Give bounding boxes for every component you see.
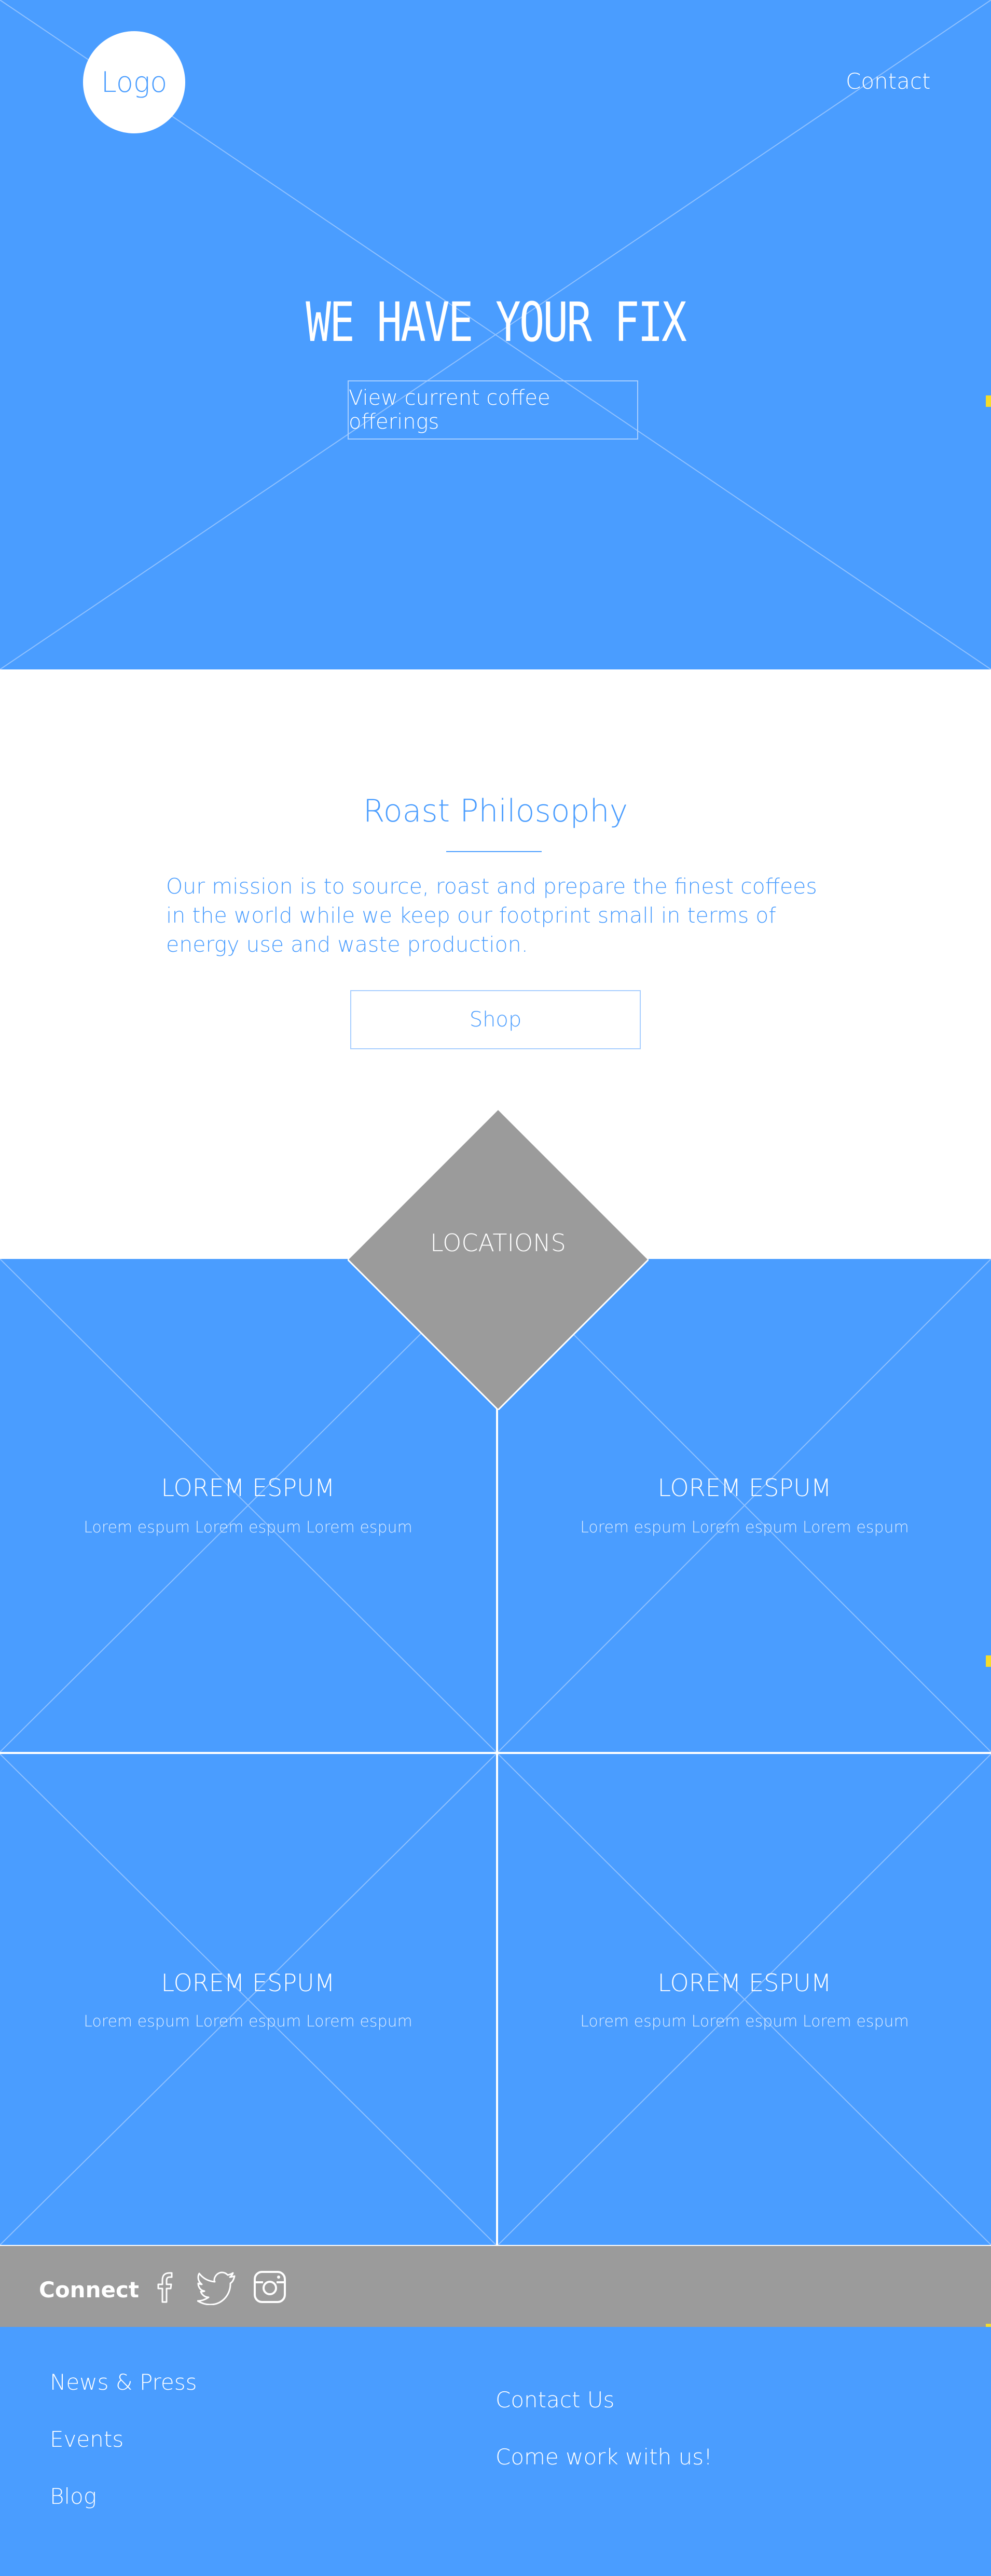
shop-button[interactable]: Shop (350, 990, 641, 1049)
twitter-icon[interactable] (197, 2269, 239, 2305)
philosophy-body: Our mission is to source, roast and prep… (166, 874, 817, 957)
placeholder-cross-lines (0, 1754, 496, 2245)
footer-link-news-press[interactable]: News & Press (50, 2369, 197, 2395)
logo[interactable]: Logo (83, 31, 185, 133)
location-title: LOREM ESPUM (657, 1969, 832, 1997)
location-subtitle: Lorem espum Lorem espum Lorem espum (580, 1518, 909, 1537)
instagram-icon[interactable] (252, 2269, 288, 2305)
scroll-marker (986, 1655, 991, 1667)
locations-diamond[interactable] (348, 1109, 649, 1410)
title-divider (446, 851, 542, 852)
location-subtitle: Lorem espum Lorem espum Lorem espum (84, 2012, 412, 2031)
connect-label: Connect (39, 2277, 139, 2303)
scroll-marker (986, 395, 991, 407)
locations-label: LOCATIONS (430, 1229, 566, 1257)
footer-link-careers[interactable]: Come work with us! (496, 2444, 712, 2470)
footer-link-blog[interactable]: Blog (50, 2484, 97, 2509)
hero-title: WE HAVE YOUR FIX (306, 291, 687, 354)
location-title: LOREM ESPUM (657, 1474, 832, 1502)
placeholder-cross-lines (498, 1754, 991, 2245)
location-tile[interactable]: LOREM ESPUM Lorem espum Lorem espum Lore… (498, 1754, 991, 2245)
location-subtitle: Lorem espum Lorem espum Lorem espum (84, 1518, 412, 1537)
nav-contact-link[interactable]: Contact (846, 68, 930, 94)
view-offerings-button[interactable]: View current coffee offerings (348, 380, 638, 440)
location-subtitle: Lorem espum Lorem espum Lorem espum (580, 2012, 909, 2031)
logo-text: Logo (101, 66, 168, 99)
location-tile[interactable]: LOREM ESPUM Lorem espum Lorem espum Lore… (0, 1754, 496, 2245)
location-title: LOREM ESPUM (161, 1969, 335, 1997)
location-title: LOREM ESPUM (161, 1474, 335, 1502)
facebook-icon[interactable] (148, 2269, 184, 2305)
footer-link-events[interactable]: Events (50, 2427, 123, 2452)
footer-link-contact-us[interactable]: Contact Us (496, 2387, 614, 2413)
philosophy-title: Roast Philosophy (363, 793, 628, 829)
